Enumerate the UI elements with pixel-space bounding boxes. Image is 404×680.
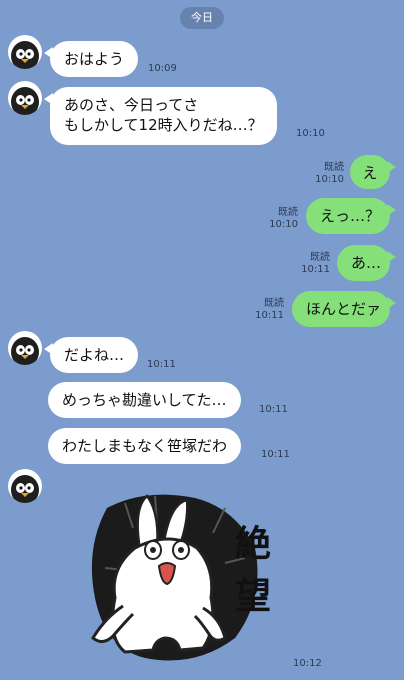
- message-line: あのさ、今日ってさ: [64, 96, 199, 114]
- message-bubble-outgoing[interactable]: え: [350, 155, 396, 189]
- message-bubble-outgoing[interactable]: えっ…？: [306, 198, 396, 234]
- message-time: 10:09: [148, 63, 177, 74]
- message-bubble-incoming[interactable]: わたしまもなく笹塚だわ: [48, 428, 242, 464]
- penguin-avatar-icon[interactable]: [8, 35, 42, 69]
- penguin-avatar-icon[interactable]: [8, 469, 42, 503]
- message-line: もしかして12時入りだね…？: [64, 116, 263, 134]
- message-bubble-incoming[interactable]: だよね…: [43, 337, 139, 373]
- sticker-text-1: 絶: [235, 523, 271, 565]
- message-time: 10:11: [261, 449, 290, 460]
- message-bubble-incoming[interactable]: めっちゃ勘違いしてた…: [48, 382, 241, 418]
- sticker-text-2: 望: [235, 576, 271, 617]
- message-time: 10:10: [296, 128, 325, 139]
- message-bubble-outgoing[interactable]: あ…: [337, 245, 396, 281]
- rabbit-sticker[interactable]: 絶 望: [85, 488, 275, 670]
- date-separator: 今日: [180, 7, 224, 29]
- message-bubble-incoming[interactable]: あのさ、今日ってさ もしかして12時入りだね…？: [44, 87, 277, 145]
- read-receipt: 既読 10:11: [301, 252, 330, 275]
- read-receipt: 既読 10:10: [315, 162, 344, 185]
- read-receipt: 既読 10:11: [255, 298, 284, 321]
- message-time: 10:11: [259, 404, 288, 415]
- penguin-avatar-icon[interactable]: [8, 331, 42, 365]
- penguin-avatar-icon[interactable]: [8, 81, 42, 115]
- message-time: 10:11: [147, 359, 176, 370]
- message-time: 10:12: [293, 658, 322, 669]
- message-bubble-incoming[interactable]: おはよう: [43, 41, 139, 77]
- read-receipt: 既読 10:10: [269, 207, 298, 230]
- message-bubble-outgoing[interactable]: ほんとだァ: [292, 291, 396, 327]
